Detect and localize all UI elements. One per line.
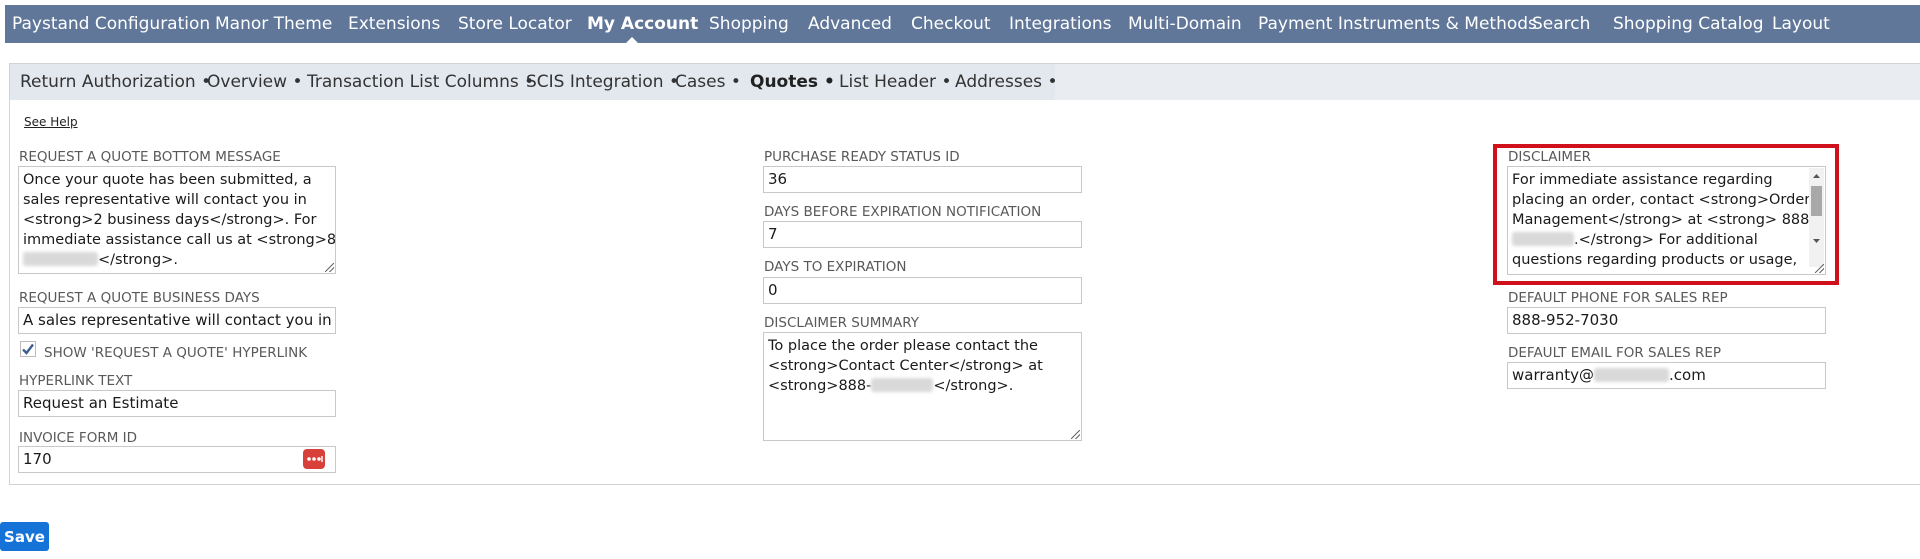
- phone-input[interactable]: 888-952-7030: [1507, 307, 1826, 334]
- tab-scis-integration[interactable]: SCIS Integration •: [526, 64, 679, 100]
- nav-integrations[interactable]: Integrations: [1009, 5, 1112, 43]
- tab-transaction-list-columns[interactable]: Transaction List Columns •: [307, 64, 534, 100]
- tab-overview[interactable]: Overview •: [207, 64, 302, 100]
- nav-manor-theme[interactable]: Manor Theme: [215, 5, 332, 43]
- bottom-message-textarea[interactable]: Once your quote has been submitted, a sa…: [18, 166, 336, 274]
- email-label: DEFAULT EMAIL FOR SALES REP: [1508, 345, 1722, 361]
- days-to-label: DAYS TO EXPIRATION: [764, 259, 907, 275]
- hyperlink-text-label: HYPERLINK TEXT: [19, 373, 133, 389]
- active-nav-caret: [625, 37, 639, 44]
- business-days-label: REQUEST A QUOTE BUSINESS DAYS: [19, 290, 260, 306]
- top-nav: Paystand Configuration Manor Theme Exten…: [5, 5, 1920, 44]
- see-help-link[interactable]: See Help: [24, 115, 78, 129]
- redacted-phone: [871, 378, 934, 392]
- nav-shopping[interactable]: Shopping: [709, 5, 789, 43]
- bottom-message-label: REQUEST A QUOTE BOTTOM MESSAGE: [19, 149, 281, 165]
- disclaimer-highlight-box: [1493, 144, 1839, 285]
- nav-store-locator[interactable]: Store Locator: [458, 5, 572, 43]
- summary-label: DISCLAIMER SUMMARY: [764, 315, 920, 331]
- email-input[interactable]: warranty@ .com: [1507, 362, 1826, 389]
- nav-payment-instruments[interactable]: Payment Instruments & Methods: [1258, 5, 1537, 43]
- purchase-ready-label: PURCHASE READY STATUS ID: [764, 149, 960, 165]
- sub-tabs-filler: [1055, 64, 1920, 100]
- days-before-input[interactable]: 7: [763, 221, 1082, 248]
- tab-quotes[interactable]: Quotes •: [750, 64, 835, 100]
- nav-checkout[interactable]: Checkout: [911, 5, 991, 43]
- days-before-label: DAYS BEFORE EXPIRATION NOTIFICATION: [764, 204, 1042, 220]
- nav-advanced[interactable]: Advanced: [808, 5, 892, 43]
- nav-multi-domain[interactable]: Multi-Domain: [1128, 5, 1242, 43]
- purchase-ready-input[interactable]: 36: [763, 166, 1082, 193]
- tab-return-authorization[interactable]: Return Authorization •: [20, 64, 211, 100]
- more-options-icon[interactable]: [303, 449, 325, 469]
- nav-extensions[interactable]: Extensions: [348, 5, 440, 43]
- summary-textarea[interactable]: To place the order please contact the <s…: [763, 332, 1082, 441]
- hyperlink-text-input[interactable]: Request an Estimate: [18, 390, 336, 417]
- tab-addresses[interactable]: Addresses •: [955, 64, 1057, 100]
- days-to-input[interactable]: 0: [763, 277, 1082, 304]
- show-hyperlink-checkbox[interactable]: [20, 341, 36, 357]
- nav-layout[interactable]: Layout: [1772, 5, 1830, 43]
- resize-handle-icon[interactable]: [325, 263, 334, 272]
- nav-paystand-configuration[interactable]: Paystand Configuration: [12, 5, 210, 43]
- nav-search[interactable]: Search: [1532, 5, 1590, 43]
- phone-label: DEFAULT PHONE FOR SALES REP: [1508, 290, 1728, 306]
- nav-shopping-catalog[interactable]: Shopping Catalog: [1613, 5, 1764, 43]
- sub-tabs: Return Authorization • Overview • Transa…: [10, 64, 1057, 100]
- invoice-form-input[interactable]: 170: [18, 446, 336, 473]
- redacted-domain: [1594, 368, 1669, 382]
- invoice-form-label: INVOICE FORM ID: [19, 430, 138, 446]
- resize-handle-icon[interactable]: [1071, 430, 1080, 439]
- tab-cases[interactable]: Cases •: [675, 64, 741, 100]
- show-hyperlink-label[interactable]: SHOW 'REQUEST A QUOTE' HYPERLINK: [44, 345, 307, 361]
- nav-my-account[interactable]: My Account: [587, 5, 698, 43]
- redacted-phone: [23, 252, 98, 266]
- save-button[interactable]: Save: [0, 522, 49, 551]
- business-days-input[interactable]: A sales representative will contact you …: [18, 307, 336, 334]
- tab-list-header[interactable]: List Header •: [839, 64, 951, 100]
